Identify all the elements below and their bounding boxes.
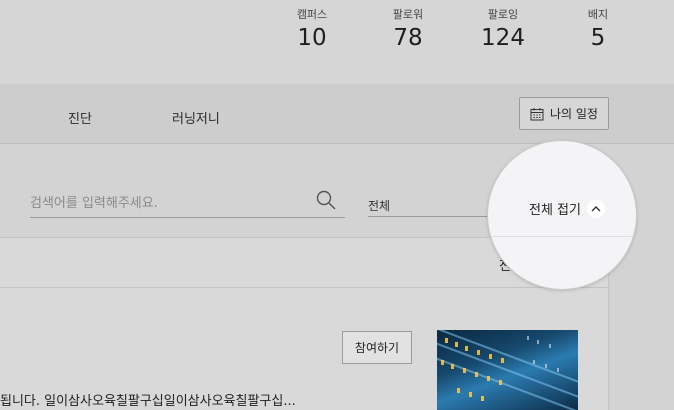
- stat-following[interactable]: 팔로잉 124: [468, 6, 538, 51]
- stat-value: 10: [297, 25, 327, 51]
- stat-label: 팔로잉: [487, 8, 519, 21]
- category-select-value: 전체: [368, 199, 391, 213]
- category-select[interactable]: 전체: [368, 189, 504, 217]
- stat-label: 배지: [587, 8, 609, 21]
- sub-navigation: 진단 러닝저니 나의 일정: [0, 84, 674, 144]
- join-button[interactable]: 참여하기: [342, 331, 412, 364]
- divider: [488, 236, 636, 237]
- stat-label: 팔로워: [392, 8, 424, 21]
- nav-item-learning-journey[interactable]: 러닝저니: [172, 108, 220, 127]
- search-box: [30, 189, 345, 218]
- calendar-icon: [530, 107, 544, 120]
- stat-value: 78: [393, 25, 423, 51]
- stat-value: 124: [481, 25, 525, 51]
- collapse-all-button-zoomed[interactable]: 전체 접기: [529, 199, 605, 218]
- chevron-up-icon: [586, 199, 605, 218]
- magnifier-highlight: 전체 접기: [487, 140, 637, 290]
- item-description: 됩니다. 일이삼사오육칠팔구십일이삼사오육칠팔구십...: [0, 394, 296, 409]
- stat-label: 캠퍼스: [296, 8, 328, 21]
- stat-followers[interactable]: 팔로워 78: [373, 6, 443, 51]
- profile-stats: 캠퍼스 10 팔로워 78 팔로잉 124 배지 5: [0, 0, 674, 84]
- stat-value: 5: [590, 25, 606, 51]
- search-icon[interactable]: [315, 189, 337, 211]
- search-input[interactable]: [30, 189, 310, 217]
- my-schedule-label: 나의 일정: [550, 107, 598, 121]
- binary-code-image: [437, 330, 578, 410]
- collapse-all-label: 전체 접기: [529, 203, 581, 218]
- nav-item-diagnosis[interactable]: 진단: [68, 108, 92, 127]
- my-schedule-button[interactable]: 나의 일정: [519, 97, 609, 130]
- stat-badges[interactable]: 배지 5: [563, 6, 633, 51]
- course-thumbnail[interactable]: [437, 330, 578, 410]
- stat-campus[interactable]: 캠퍼스 10: [277, 6, 347, 51]
